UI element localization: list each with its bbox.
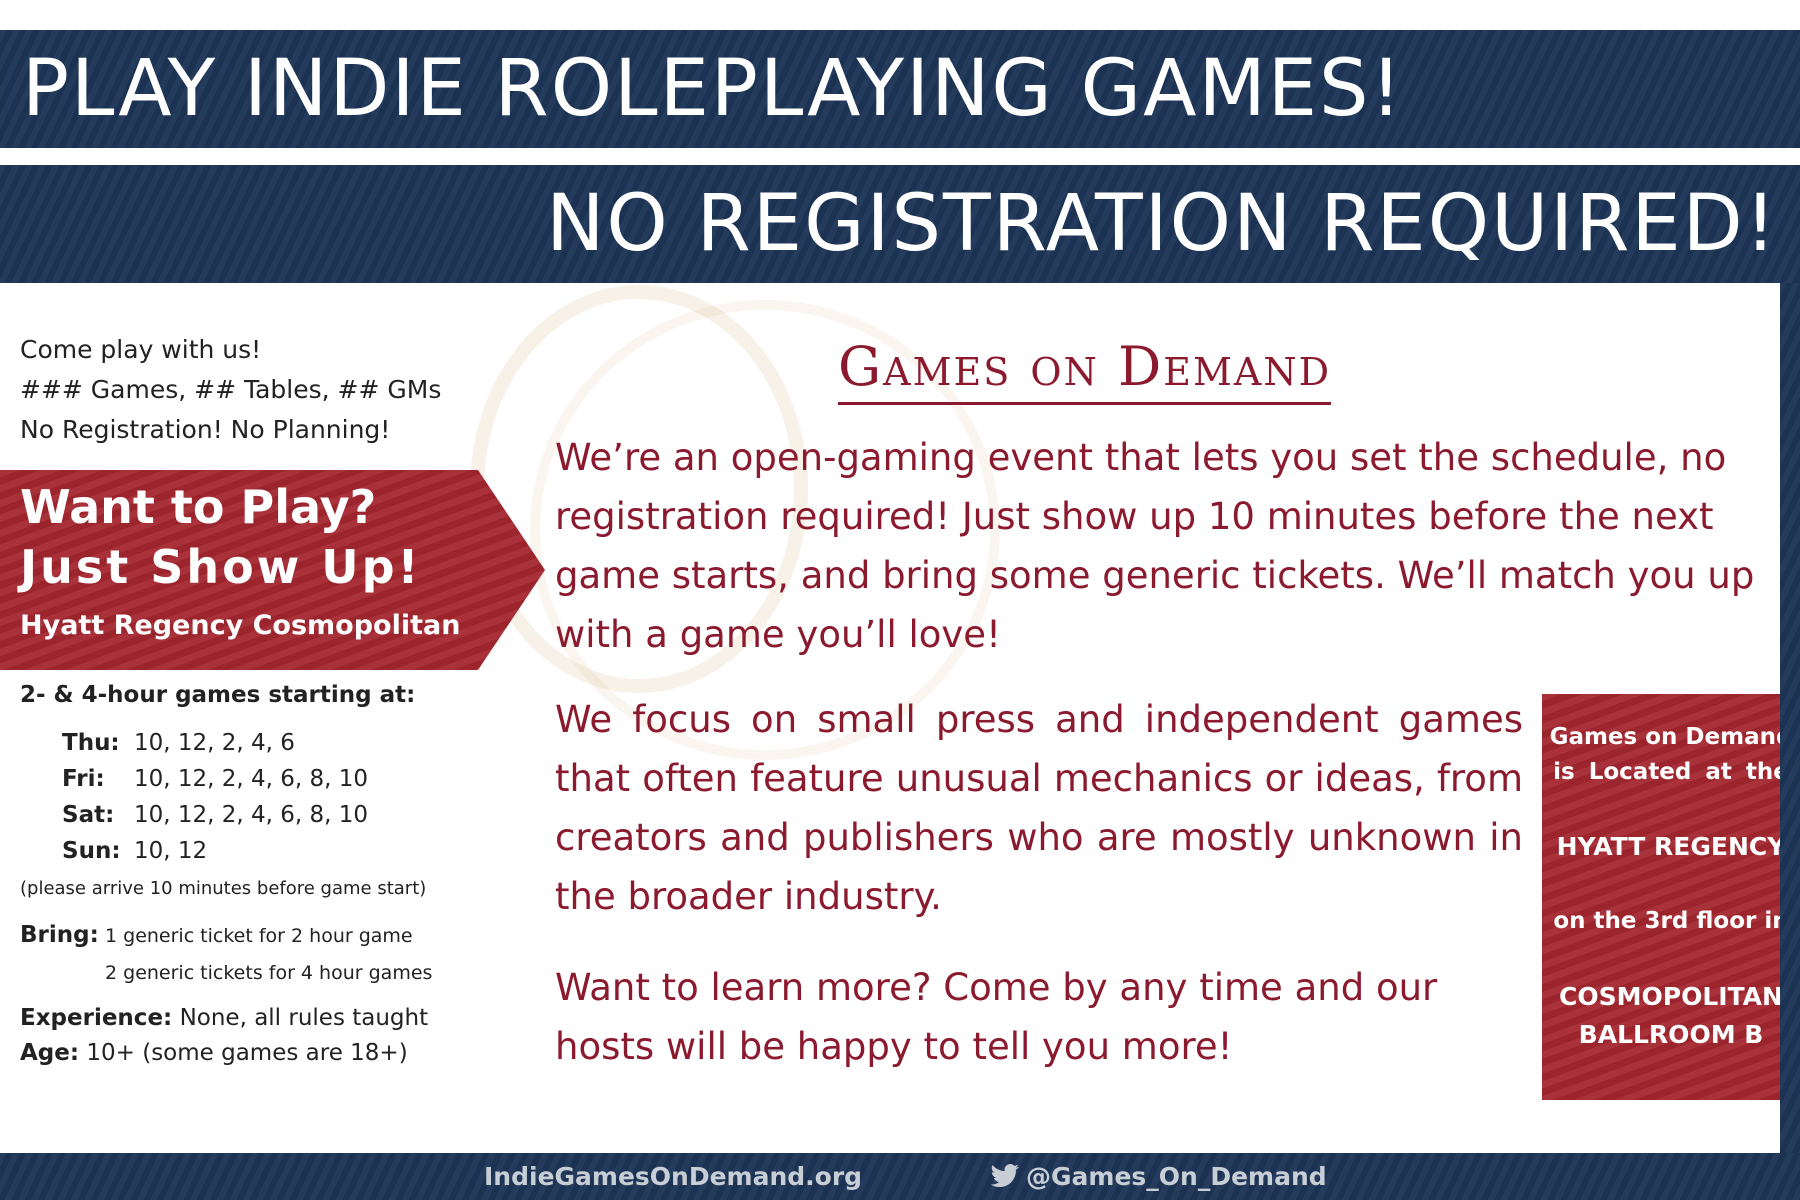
intro-line-3: No Registration! No Planning!	[20, 415, 391, 444]
want-to-play-banner: Want to Play? Just Show Up! Hyatt Regenc…	[0, 470, 545, 670]
learn-more-paragraph: Want to learn more? Come by any time and…	[555, 966, 1438, 1068]
age-label: Age:	[20, 1040, 80, 1066]
intro-text: Come play with us! ### Games, ## Tables,…	[20, 330, 441, 450]
schedule-row: Sun: 10, 12	[62, 838, 207, 864]
schedule-row: Thu: 10, 12, 2, 4, 6	[62, 730, 295, 756]
twitter-bird-icon	[990, 1164, 1019, 1188]
bring-line-1: 1 generic ticket for 2 hour game	[105, 925, 413, 947]
focus-paragraph: We focus on small press and independent …	[555, 698, 1523, 918]
second-banner: NO REGISTRATION REQUIRED!	[0, 165, 1800, 283]
location-ballroom-2: BALLROOM B	[1578, 1020, 1764, 1049]
top-banner: PLAY INDIE ROLEPLAYING GAMES!	[0, 30, 1800, 148]
schedule-times: 10, 12	[134, 838, 208, 864]
experience-value: None, all rules taught	[179, 1005, 429, 1031]
schedule-row: Sat: 10, 12, 2, 4, 6, 8, 10	[62, 802, 368, 828]
schedule-row: Fri: 10, 12, 2, 4, 6, 8, 10	[62, 766, 368, 792]
experience-info: Experience: None, all rules taught	[20, 1005, 428, 1031]
intro-line-2: ### Games, ## Tables, ## GMs	[20, 375, 442, 404]
location-ballroom-1: COSMOPOLITAN	[1559, 982, 1783, 1011]
website-link[interactable]: IndieGamesOnDemand.org	[484, 1162, 862, 1191]
venue-name: Hyatt Regency Cosmopolitan	[20, 610, 461, 641]
schedule-day: Thu:	[62, 730, 120, 756]
intro-paragraph: We’re an open-gaming event that lets you…	[555, 436, 1755, 656]
want-to-play-heading: Want to Play?	[20, 480, 377, 534]
right-edge-stripe	[1780, 283, 1800, 1153]
bring-line-2: 2 generic tickets for 4 hour games	[105, 962, 433, 984]
age-value: 10+ (some games are 18+)	[86, 1040, 408, 1066]
schedule-day: Sun:	[62, 838, 121, 864]
intro-line-1: Come play with us!	[20, 335, 262, 364]
location-line-4: on the 3rd floor in	[1553, 908, 1789, 934]
schedule-note: (please arrive 10 minutes before game st…	[20, 878, 427, 899]
experience-label: Experience:	[20, 1005, 173, 1031]
bring-label: Bring:	[20, 922, 99, 948]
schedule-day: Sat:	[62, 802, 115, 828]
schedule-times: 10, 12, 2, 4, 6, 8, 10	[134, 802, 369, 828]
banner-subheadline: NO REGISTRATION REQUIRED!	[546, 179, 1778, 269]
age-info: Age: 10+ (some games are 18+)	[20, 1040, 408, 1066]
schedule-times: 10, 12, 2, 4, 6	[134, 730, 295, 756]
schedule-times: 10, 12, 2, 4, 6, 8, 10	[134, 766, 369, 792]
schedule-day: Fri:	[62, 766, 105, 792]
location-line-1: Games on Demand	[1549, 724, 1793, 750]
twitter-handle: @Games_On_Demand	[1026, 1162, 1327, 1191]
location-line-2: is Located at the	[1553, 759, 1789, 785]
footer-bar: IndieGamesOnDemand.org @Games_On_Demand	[0, 1153, 1800, 1200]
page-title: Games on Demand	[838, 335, 1332, 405]
just-show-up-heading: Just Show Up!	[20, 540, 422, 594]
twitter-link[interactable]: @Games_On_Demand	[990, 1162, 1327, 1191]
location-box: Games on Demand is Located at the HYATT …	[1542, 694, 1800, 1100]
schedule-heading: 2- & 4-hour games starting at:	[20, 682, 416, 708]
location-hotel: HYATT REGENCY	[1556, 832, 1786, 861]
banner-headline: PLAY INDIE ROLEPLAYING GAMES!	[22, 44, 1404, 134]
